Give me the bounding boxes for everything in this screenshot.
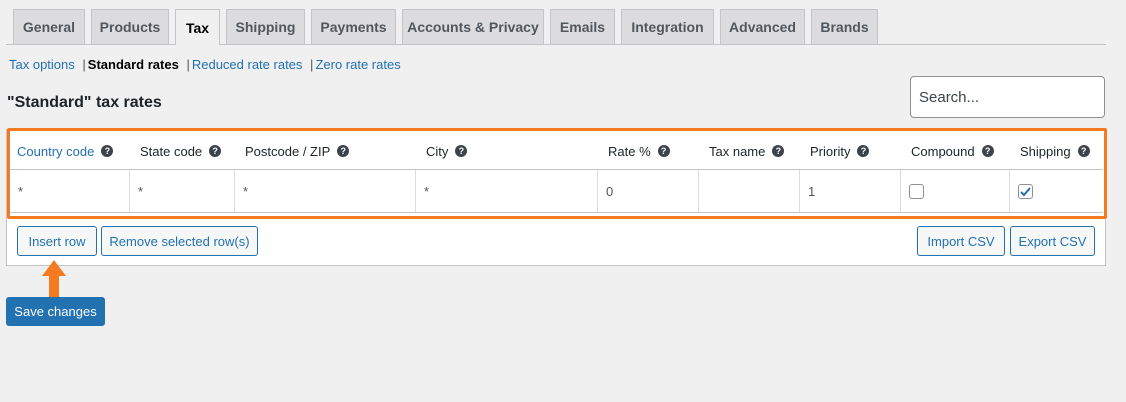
help-icon[interactable]: ? <box>337 145 350 157</box>
subnav-zero-rates[interactable]: Zero rate rates <box>315 57 400 72</box>
compound-cell <box>901 170 1010 212</box>
column-rate: Rate %? <box>608 133 670 169</box>
column-compound: Compound? <box>911 133 994 169</box>
tab-shipping[interactable]: Shipping <box>226 9 305 44</box>
shipping-cell <box>1010 170 1103 212</box>
tax-name-input[interactable] <box>699 170 800 212</box>
tab-accounts-privacy[interactable]: Accounts & Privacy <box>402 9 544 44</box>
subnav-standard-rates: Standard rates <box>87 57 179 72</box>
table-header: Country code? State code? Postcode / ZIP… <box>10 133 1103 169</box>
tab-integration[interactable]: Integration <box>621 9 714 44</box>
column-postcode: Postcode / ZIP? <box>245 133 350 169</box>
column-priority: Priority? <box>810 133 870 169</box>
table-row[interactable]: * * * * 0 1 <box>10 169 1103 213</box>
subnav-tax-options[interactable]: Tax options <box>9 57 75 72</box>
rate-input[interactable]: 0 <box>598 170 699 212</box>
column-tax-name: Tax name? <box>709 133 785 169</box>
help-icon[interactable]: ? <box>857 145 870 157</box>
tax-subnav: Tax options | Standard rates | Reduced rat… <box>9 57 401 72</box>
help-icon[interactable]: ? <box>1077 145 1090 157</box>
column-label: Tax name <box>709 143 766 159</box>
help-icon[interactable]: ? <box>101 145 114 157</box>
insert-row-button[interactable]: Insert row <box>17 226 97 256</box>
tab-general[interactable]: General <box>13 9 85 44</box>
tab-tax[interactable]: Tax <box>175 9 220 45</box>
column-label: Priority <box>810 143 851 159</box>
country-code-input[interactable]: * <box>10 170 130 212</box>
help-icon[interactable]: ? <box>657 145 670 157</box>
column-city: City? <box>426 133 468 169</box>
save-changes-button[interactable]: Save changes <box>6 297 105 326</box>
tabs-divider <box>6 44 1106 45</box>
subnav-reduced-rates[interactable]: Reduced rate rates <box>192 57 303 72</box>
search-input[interactable] <box>910 76 1105 118</box>
export-csv-button[interactable]: Export CSV <box>1010 226 1095 256</box>
column-label: City <box>426 143 449 159</box>
import-csv-button[interactable]: Import CSV <box>917 226 1005 256</box>
city-input[interactable]: * <box>416 170 598 212</box>
column-shipping: Shipping? <box>1020 133 1090 169</box>
settings-tabs: General Products Tax Shipping Payments A… <box>0 0 1106 45</box>
column-state-code: State code? <box>140 133 222 169</box>
state-code-input[interactable]: * <box>130 170 235 212</box>
column-label: Country code <box>17 143 95 159</box>
up-arrow-icon <box>42 260 66 302</box>
column-label: Compound <box>911 143 975 159</box>
subnav-separator: | <box>186 57 190 72</box>
help-icon[interactable]: ? <box>209 145 222 157</box>
priority-input[interactable]: 1 <box>800 170 901 212</box>
help-icon[interactable]: ? <box>772 145 785 157</box>
tab-payments[interactable]: Payments <box>311 9 396 44</box>
tab-emails[interactable]: Emails <box>550 9 615 44</box>
column-label: Shipping <box>1020 143 1071 159</box>
column-label: Postcode / ZIP <box>245 143 331 159</box>
tab-brands[interactable]: Brands <box>811 9 878 44</box>
help-icon[interactable]: ? <box>981 145 994 157</box>
page-title: "Standard" tax rates <box>7 94 162 111</box>
shipping-checkbox[interactable] <box>1018 183 1033 199</box>
column-label: Rate % <box>608 143 651 159</box>
remove-rows-button[interactable]: Remove selected row(s) <box>101 226 258 256</box>
postcode-input[interactable]: * <box>235 170 416 212</box>
subnav-separator: | <box>82 57 86 72</box>
column-label: State code <box>140 143 203 159</box>
column-country-code[interactable]: Country code? <box>17 133 114 169</box>
subnav-separator: | <box>310 57 314 72</box>
compound-checkbox[interactable] <box>909 183 924 199</box>
tab-products[interactable]: Products <box>91 9 169 44</box>
checkmark-icon <box>1020 186 1031 196</box>
tab-advanced[interactable]: Advanced <box>720 9 805 44</box>
help-icon[interactable]: ? <box>455 145 468 157</box>
